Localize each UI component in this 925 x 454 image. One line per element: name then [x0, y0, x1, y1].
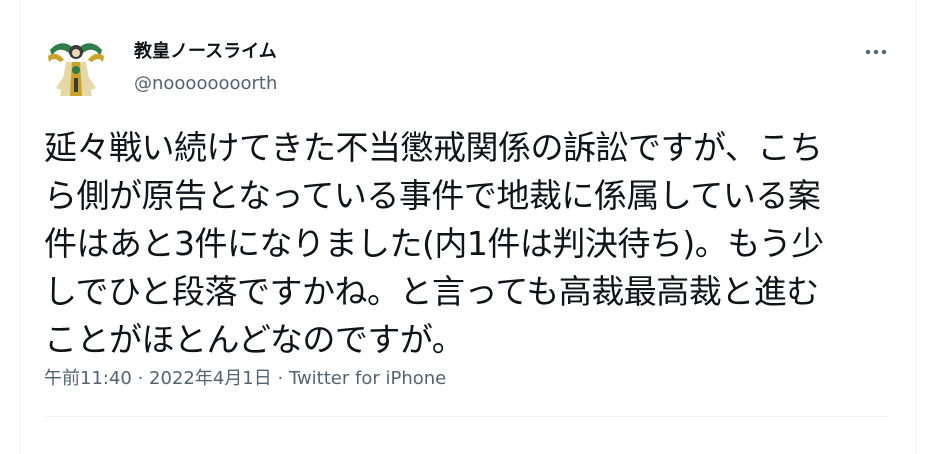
tweet-text: 延々戦い続けてきた不当懲戒関係の訴訟ですが、こち ら側が原告となっている事件で地…: [44, 124, 894, 364]
tweet-time: 午前11:40: [44, 368, 132, 389]
meta-separator: ·: [271, 368, 289, 389]
tweet-text-line: ことがほとんどなのですが。: [44, 320, 465, 359]
author-handle[interactable]: @noooooooorth: [134, 72, 277, 96]
tweet-text-line: 件はあと3件になりました(内1件は判決待ち)。もう少: [44, 224, 824, 263]
avatar-image: [44, 36, 108, 100]
tweet-date: 2022年4月1日: [149, 368, 272, 389]
tweet-timestamp-link[interactable]: 午前11:40 · 2022年4月1日: [44, 368, 272, 389]
tweet-text-line: 延々戦い続けてきた不当懲戒関係の訴訟ですが、こち: [44, 128, 823, 167]
tweet-metadata: 午前11:40 · 2022年4月1日 · Twitter for iPhone: [44, 366, 446, 392]
tweet-text-line: しでひと段落ですかね。と言っても高裁最高裁と進む: [44, 272, 819, 311]
author-display-name[interactable]: 教皇ノースライム: [134, 40, 277, 64]
avatar[interactable]: [44, 36, 108, 100]
tweet-source-link[interactable]: Twitter for iPhone: [289, 368, 446, 389]
more-horizontal-icon: [865, 49, 887, 55]
divider: [44, 416, 890, 417]
meta-separator: ·: [131, 368, 150, 389]
tweet-text-line: ら側が原告となっている事件で地裁に係属している案: [44, 176, 821, 215]
more-options-button[interactable]: [856, 36, 896, 68]
